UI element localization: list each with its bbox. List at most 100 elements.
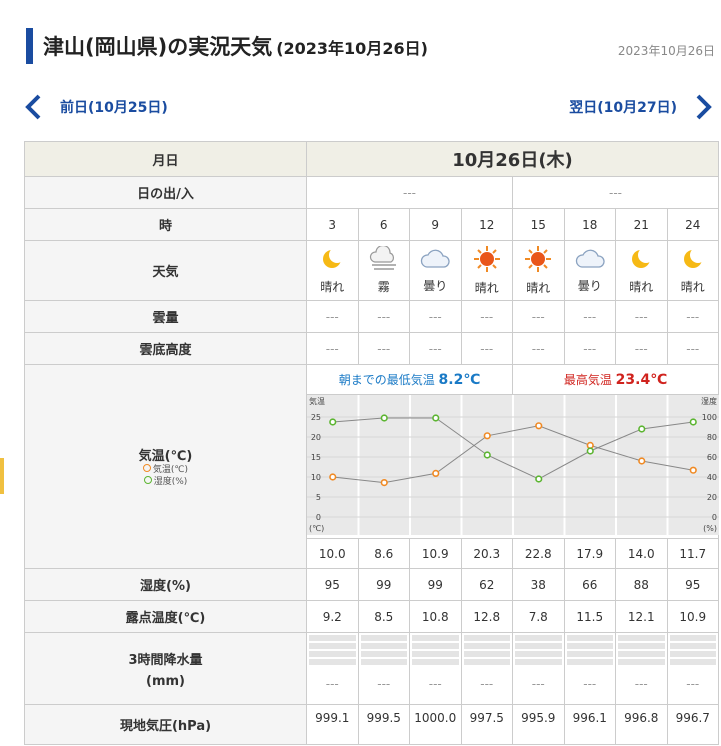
prev-day-label: 前日(10月25日) <box>60 100 168 116</box>
observation-table: 月日 10月26日(木) 日の出/入 --- --- 時 3 6 9 12 15 18 21… <box>24 141 719 745</box>
data-point-temp <box>689 466 697 474</box>
rain-value: --- <box>428 677 442 691</box>
rain-bar <box>412 635 459 641</box>
right-axis-tick: 60 <box>707 453 717 462</box>
data-point-humidity <box>329 418 337 426</box>
temp-value-cell: 22.8 <box>512 538 565 569</box>
rain-bar <box>463 643 510 649</box>
min-temp-value: 8.2℃ <box>438 372 481 388</box>
weather-text: 晴れ <box>320 280 345 294</box>
rain-bar <box>360 635 407 641</box>
dew-cell: 11.5 <box>563 600 616 633</box>
sun-icon <box>473 245 501 276</box>
cloud-cell: --- <box>306 300 359 333</box>
temp-value-cell: 14.0 <box>615 538 668 569</box>
legend-temp: 気温(℃) <box>25 464 306 476</box>
cloud-cell: --- <box>512 300 565 333</box>
row-label-dew: 露点温度(℃) <box>24 600 307 633</box>
left-axis-tick: 15 <box>311 453 321 462</box>
rain-bar <box>566 659 613 665</box>
rain-cell: --- <box>666 632 719 705</box>
rain-bar <box>669 643 716 649</box>
right-axis-tick: 40 <box>707 473 717 482</box>
rain-bar <box>566 635 613 641</box>
rain-bar <box>360 659 407 665</box>
cloud-cell: --- <box>563 300 616 333</box>
rain-bar <box>618 651 665 657</box>
weather-cell: 曇り <box>409 240 462 301</box>
row-label-temp: 気温(℃) 気温(℃) 湿度(%) <box>24 364 307 569</box>
data-point-temp <box>638 457 646 465</box>
temp-label: 気温(℃) <box>138 449 193 464</box>
weather-text: 霧 <box>377 280 390 294</box>
temp-value-cell: 10.0 <box>306 538 359 569</box>
weather-text: 晴れ <box>526 281 551 295</box>
rain-bar <box>515 635 562 641</box>
rain-label-b: (mm) <box>146 673 185 689</box>
left-axis-tick: 25 <box>311 413 321 422</box>
weather-text: 晴れ <box>629 280 654 294</box>
sunset-cell: --- <box>512 176 719 209</box>
rain-bar <box>412 651 459 657</box>
ceiling-cell: --- <box>615 332 668 365</box>
rain-value: --- <box>325 677 339 691</box>
humidity-cell: 95 <box>306 568 359 601</box>
next-day-link[interactable]: 翌日(10月27日) <box>569 93 715 121</box>
row-label-date: 月日 <box>24 141 307 177</box>
row-label-cloud: 雲量 <box>24 300 307 333</box>
rain-bar <box>566 643 613 649</box>
hour-cell: 6 <box>357 208 410 241</box>
next-day-label: 翌日(10月27日) <box>569 100 677 116</box>
rain-cell: --- <box>357 632 410 705</box>
humidity-cell: 62 <box>460 568 513 601</box>
row-label-rain: 3時間降水量 (mm) <box>24 632 307 705</box>
humidity-cell: 88 <box>615 568 668 601</box>
prev-day-link[interactable]: 前日(10月25日) <box>22 93 168 121</box>
cloud-cell: --- <box>357 300 410 333</box>
right-axis-tick: 80 <box>707 433 717 442</box>
hour-cell: 21 <box>615 208 668 241</box>
cloud-icon <box>419 247 451 274</box>
weather-cell: 晴れ <box>306 240 359 301</box>
legend-temp-dot <box>142 464 151 472</box>
hour-cell: 9 <box>409 208 462 241</box>
rain-bar <box>618 635 665 641</box>
hour-cell: 15 <box>512 208 565 241</box>
data-point-humidity <box>483 451 491 459</box>
max-temp-label: 最高気温 <box>563 373 612 387</box>
weather-cell: 晴れ <box>512 240 565 301</box>
weather-text: 晴れ <box>474 281 499 295</box>
ceiling-cell: --- <box>306 332 359 365</box>
side-tab[interactable] <box>0 458 4 494</box>
humidity-cell: 99 <box>357 568 410 601</box>
max-temp-value: 23.4℃ <box>615 372 668 388</box>
rain-cell: --- <box>563 632 616 705</box>
rain-cell: --- <box>460 632 513 705</box>
hour-cell: 18 <box>563 208 616 241</box>
cloud-cell: --- <box>460 300 513 333</box>
pressure-cell: 997.5 <box>460 704 513 745</box>
humidity-cell: 95 <box>666 568 719 601</box>
rain-bar <box>669 635 716 641</box>
page-header: 津山(岡山県)の実況天気 (2023年10月26日) <box>26 28 428 64</box>
rain-bar <box>515 651 562 657</box>
dew-cell: 12.8 <box>460 600 513 633</box>
left-axis-tick: 10 <box>311 473 321 482</box>
right-axis-unit: (%) <box>703 524 717 533</box>
data-point-temp <box>535 422 543 430</box>
dew-cell: 10.9 <box>666 600 719 633</box>
weather-cell: 晴れ <box>615 240 668 301</box>
ceiling-cell: --- <box>563 332 616 365</box>
rain-cell: --- <box>409 632 462 705</box>
rain-value: --- <box>583 677 597 691</box>
page-title-date: (2023年10月26日) <box>276 39 428 58</box>
rain-bar <box>515 643 562 649</box>
hour-cell: 12 <box>460 208 513 241</box>
legend-humidity-dot <box>143 476 152 484</box>
dew-cell: 7.8 <box>512 600 565 633</box>
left-axis-tick: 5 <box>316 493 321 502</box>
temp-value-cell: 20.3 <box>460 538 513 569</box>
rain-bar <box>463 659 510 665</box>
right-axis-title: 湿度 <box>701 396 717 406</box>
max-temp-cell: 最高気温 23.4℃ <box>512 364 719 395</box>
